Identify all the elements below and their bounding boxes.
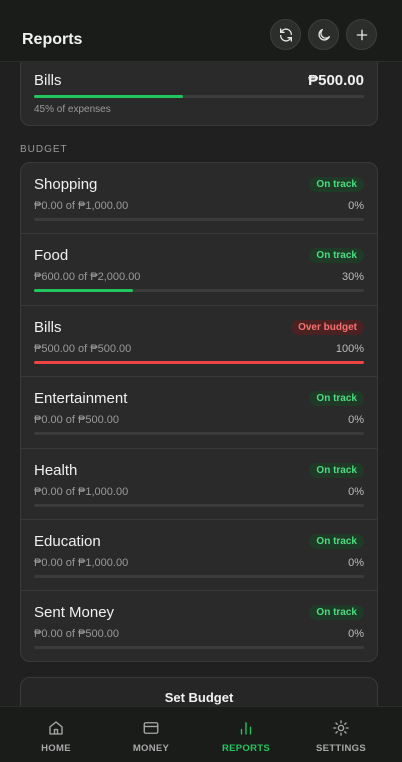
budget-progress-track <box>34 646 364 650</box>
budget-percent: 0% <box>348 556 364 569</box>
status-badge: On track <box>309 462 364 478</box>
set-budget-button[interactable]: Set Budget <box>20 677 378 706</box>
budget-category: Entertainment <box>34 390 128 408</box>
nav-label-reports: REPORTS <box>221 743 271 754</box>
nav-label-money: MONEY <box>132 743 170 754</box>
budget-row[interactable]: Sent Money On track ₱0.00 of ₱500.00 0% <box>21 591 377 662</box>
budget-progress-track <box>34 289 364 293</box>
budget-category: Bills <box>34 318 62 336</box>
budget-percent: 0% <box>348 628 364 641</box>
nav-item-money[interactable]: MONEY <box>111 719 191 754</box>
budget-progress-track <box>34 432 364 436</box>
budget-category: Food <box>34 247 69 265</box>
budget-section-label: BUDGET <box>20 144 68 155</box>
add-button[interactable] <box>346 19 377 50</box>
budget-row[interactable]: Shopping On track ₱0.00 of ₱1,000.00 0% <box>21 163 377 235</box>
budget-progress-track <box>34 574 364 578</box>
theme-toggle-button[interactable] <box>308 19 339 50</box>
budget-row[interactable]: Bills Over budget ₱500.00 of ₱500.00 100… <box>21 306 377 378</box>
app-header: Reports <box>0 0 402 62</box>
status-badge: On track <box>309 391 364 407</box>
budget-category: Shopping <box>34 176 98 193</box>
budget-percent: 0% <box>348 414 364 427</box>
nav-label-settings: SETTINGS <box>316 743 366 754</box>
wallet-icon <box>143 722 159 734</box>
budget-row[interactable]: Food On track ₱600.00 of ₱2,000.00 30% <box>21 234 377 306</box>
budget-category: Education <box>34 532 101 550</box>
status-badge: On track <box>309 248 364 264</box>
plus-icon <box>356 29 367 40</box>
refresh-icon <box>279 27 292 42</box>
budget-amounts: ₱0.00 of ₱1,000.00 <box>34 485 129 498</box>
gear-icon <box>333 720 349 736</box>
budget-row[interactable]: Health On track ₱0.00 of ₱1,000.00 0% <box>21 449 377 520</box>
expense-progress-track <box>34 95 364 98</box>
budget-progress-fill <box>34 360 364 364</box>
status-badge: On track <box>309 605 364 621</box>
expense-category-amount: ₱500.00 <box>308 72 364 89</box>
expense-share-label: 45% of expenses <box>34 104 111 115</box>
budget-progress-track <box>34 360 364 364</box>
budget-progress-fill <box>34 289 133 293</box>
budget-amounts: ₱0.00 of ₱1,000.00 <box>34 200 129 212</box>
home-icon <box>49 721 63 735</box>
budget-row[interactable]: Education On track ₱0.00 of ₱1,000.00 0% <box>21 520 377 592</box>
budget-progress-track <box>34 218 364 221</box>
expense-progress-fill <box>34 95 183 98</box>
budget-percent: 0% <box>348 485 364 498</box>
budget-percent: 0% <box>348 200 364 212</box>
budget-amounts: ₱0.00 of ₱500.00 <box>34 628 120 641</box>
nav-label-home: HOME <box>41 743 71 754</box>
budget-amounts: ₱0.00 of ₱500.00 <box>34 414 120 427</box>
budget-row[interactable]: Entertainment On track ₱0.00 of ₱500.00 … <box>21 377 377 449</box>
status-badge: Over budget <box>291 319 364 335</box>
budget-amounts: ₱500.00 of ₱500.00 <box>34 342 132 355</box>
bottom-nav: HOME MONEY REPORTS SETTINGS <box>0 706 402 762</box>
moon-icon <box>317 28 330 41</box>
expense-category-card: Bills ₱500.00 45% of expenses <box>20 62 378 126</box>
budget-amounts: ₱600.00 of ₱2,000.00 <box>34 271 141 284</box>
nav-item-home[interactable]: HOME <box>16 719 96 754</box>
page-title: Reports <box>22 31 83 48</box>
nav-item-reports[interactable]: REPORTS <box>206 719 286 754</box>
budget-percent: 100% <box>335 342 364 355</box>
budget-list: Shopping On track ₱0.00 of ₱1,000.00 0% … <box>20 162 378 662</box>
nav-item-settings[interactable]: SETTINGS <box>301 719 381 754</box>
budget-percent: 30% <box>341 271 364 284</box>
bar-chart-icon <box>240 722 252 735</box>
budget-category: Health <box>34 461 78 479</box>
refresh-button[interactable] <box>270 19 301 50</box>
expense-category-name: Bills <box>34 72 62 89</box>
reports-scroll-area[interactable]: Bills ₱500.00 45% of expenses BUDGET Sho… <box>0 62 402 706</box>
budget-amounts: ₱0.00 of ₱1,000.00 <box>34 556 129 569</box>
status-badge: On track <box>309 533 364 549</box>
budget-category: Sent Money <box>34 604 115 622</box>
budget-progress-track <box>34 503 364 507</box>
status-badge: On track <box>309 177 364 192</box>
